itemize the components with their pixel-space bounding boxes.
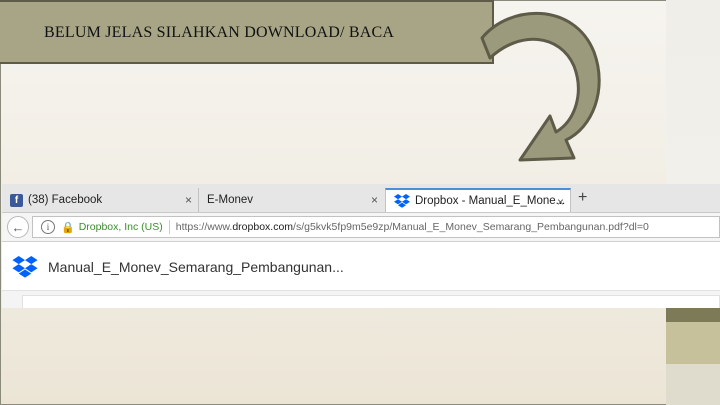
- back-button[interactable]: ←: [7, 216, 29, 238]
- slide-title: BELUM JELAS SILAHKAN DOWNLOAD/ BACA: [44, 24, 395, 41]
- arrow-left-icon: ←: [11, 219, 25, 235]
- dropbox-icon: [394, 194, 410, 208]
- strip-band: [666, 364, 720, 405]
- site-identity[interactable]: Dropbox, Inc (US): [79, 221, 163, 233]
- tab-bar: f (38) Facebook × E-Monev × Dropbox - Ma…: [2, 184, 720, 213]
- tab-facebook[interactable]: f (38) Facebook ×: [2, 188, 198, 212]
- tab-label: Dropbox - Manual_E_Mone...: [415, 195, 566, 207]
- facebook-icon: f: [10, 193, 23, 207]
- url-text[interactable]: https://www.dropbox.com/s/g5kvk5fp9m5e9z…: [176, 221, 649, 233]
- strip-band: [666, 308, 720, 322]
- close-icon[interactable]: ×: [371, 193, 378, 207]
- new-tab-button[interactable]: +: [578, 189, 587, 207]
- info-icon[interactable]: i: [41, 220, 55, 234]
- lock-icon: 🔒: [61, 221, 75, 234]
- slide-title-box: BELUM JELAS SILAHKAN DOWNLOAD/ BACA: [0, 0, 494, 64]
- strip-band: [666, 322, 720, 364]
- close-icon[interactable]: ×: [185, 193, 192, 207]
- document-page: [22, 295, 720, 308]
- navigation-bar: ← i 🔒 Dropbox, Inc (US) https://www.drop…: [2, 213, 720, 242]
- close-icon[interactable]: ×: [557, 195, 564, 209]
- divider: [168, 220, 170, 234]
- preview-area: [2, 291, 720, 308]
- tab-emonev[interactable]: E-Monev ×: [198, 188, 384, 212]
- url-prefix: https://www.: [175, 221, 233, 233]
- url-domain: dropbox.com: [232, 221, 294, 233]
- curved-arrow-icon: [480, 11, 601, 162]
- browser-window: f (38) Facebook × E-Monev × Dropbox - Ma…: [2, 184, 720, 308]
- tab-label: (38) Facebook: [28, 194, 103, 206]
- tab-dropbox[interactable]: Dropbox - Manual_E_Mone... ×: [385, 188, 571, 212]
- url-path: /s/g5kvk5fp9m5e9zp/Manual_E_Monev_Semara…: [293, 221, 649, 233]
- dropbox-header: Manual_E_Monev_Semarang_Pembangunan...: [2, 242, 720, 291]
- address-bar[interactable]: i 🔒 Dropbox, Inc (US) https://www.dropbo…: [32, 216, 720, 238]
- file-name: Manual_E_Monev_Semarang_Pembangunan...: [48, 259, 344, 275]
- dropbox-logo-icon[interactable]: [12, 256, 38, 278]
- tab-label: E-Monev: [207, 194, 254, 206]
